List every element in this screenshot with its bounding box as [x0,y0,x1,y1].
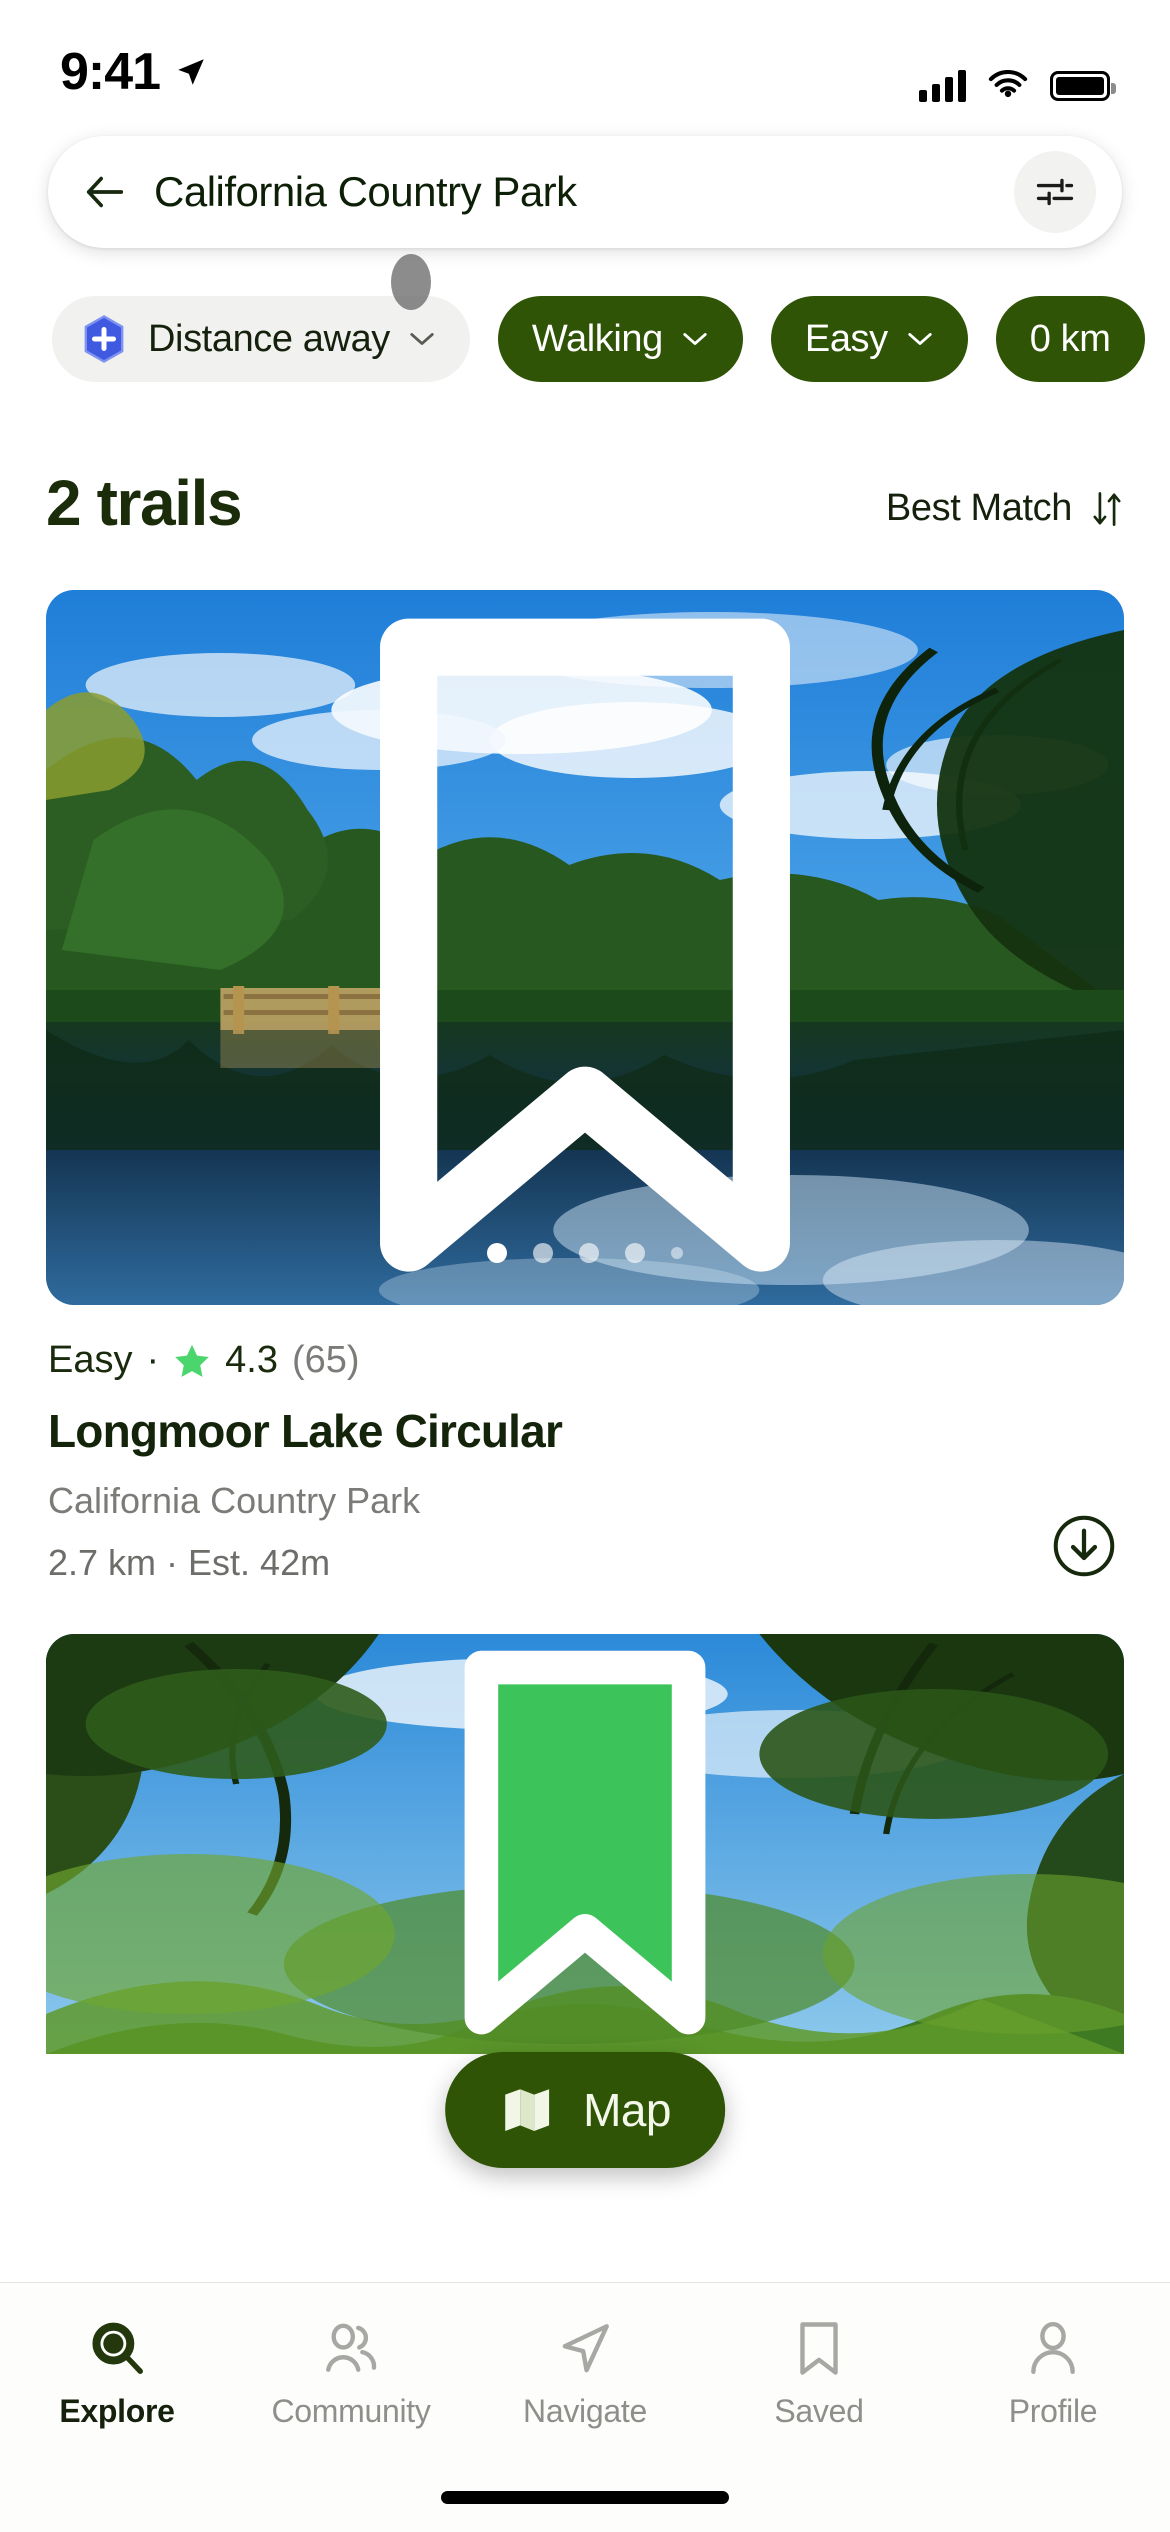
location-arrow-icon [178,59,204,85]
filter-chip-label: Distance away [148,317,390,360]
bookmark-icon [800,2322,838,2375]
filter-chip-label: Easy [804,317,888,360]
search-bar-container: California Country Park [0,120,1170,310]
trail-difficulty: Easy [48,1339,133,1381]
trail-card[interactable]: Easy · 4.3 (65) Longmoor Lake Circular C… [0,590,1170,1584]
filter-chip-row[interactable]: Distance away Walking Easy 0 km [0,248,1170,382]
tab-navigate[interactable]: Navigate [468,2317,702,2430]
tab-explore[interactable]: Explore [0,2317,234,2430]
plus-hexagon-badge-icon [84,315,124,363]
filter-button[interactable] [1014,151,1096,233]
navigate-icon [562,2324,609,2373]
status-time: 9:41 [60,43,161,101]
carousel-dot[interactable] [579,1243,599,1263]
search-input[interactable]: California Country Park [154,168,988,216]
chevron-down-icon [908,333,932,345]
status-bar-left: 9:41 [60,42,208,102]
carousel-dot[interactable] [625,1243,645,1263]
status-bar-right [919,70,1116,102]
results-count: 2 trails [46,467,243,539]
sort-arrows-icon [1093,491,1121,526]
map-button-label: Map [583,2084,671,2136]
home-indicator [441,2491,729,2504]
people-icon [326,2323,377,2372]
trail-photo[interactable] [46,590,1124,1305]
touch-indicator [391,254,431,310]
download-circle-icon[interactable] [1052,1514,1116,1578]
filter-chip-easy[interactable]: Easy [770,296,968,382]
filter-chip-walking[interactable]: Walking [497,296,743,382]
status-bar: 9:41 [0,0,1170,120]
trail-card[interactable] [0,1634,1170,2054]
bookmark-outline-icon[interactable] [46,590,1124,1305]
tab-label: Community [271,2393,431,2429]
search-icon [92,2322,143,2374]
tab-label: Explore [59,2393,175,2429]
map-icon [505,2089,550,2131]
person-icon [1031,2322,1075,2374]
map-button[interactable]: Map [445,2052,725,2168]
tab-saved[interactable]: Saved [702,2317,936,2430]
trail-photo[interactable] [46,1634,1124,2054]
meta-separator: · [146,1339,160,1381]
tab-label: Profile [1008,2393,1098,2429]
bookmark-filled-icon[interactable] [46,1634,1124,2054]
sort-label: Best Match [885,487,1072,529]
photo-carousel-dots[interactable] [487,1243,683,1263]
tab-profile[interactable]: Profile [936,2317,1170,2430]
tab-label: Saved [774,2393,864,2429]
carousel-dot[interactable] [487,1243,507,1263]
carousel-dot[interactable] [533,1243,553,1263]
tab-label: Navigate [523,2393,647,2429]
trail-park: California Country Park [48,1480,421,1521]
search-bar[interactable]: California Country Park [48,136,1122,248]
chevron-down-icon [410,333,434,345]
trail-meta: Easy · 4.3 (65) Longmoor Lake Circular C… [46,1305,1124,1584]
cellular-bars-icon [919,70,966,102]
trail-name[interactable]: Longmoor Lake Circular [48,1404,1122,1458]
battery-full-icon [1050,71,1116,101]
trail-rating-row: Easy · 4.3 (65) [48,1339,1122,1382]
filter-chip-distance[interactable]: 0 km [995,296,1145,382]
trail-review-count: (65) [291,1339,360,1381]
results-header: 2 trails Best Match [0,382,1170,540]
tab-community[interactable]: Community [234,2317,468,2430]
filter-chip-label: 0 km [1029,317,1111,360]
wifi-icon [988,70,1028,98]
chevron-down-icon [683,333,707,345]
trail-stats: 2.7 km · Est. 42m [48,1542,331,1583]
bottom-tab-bar[interactable]: Explore Community Navigate Saved Profile [0,2282,1170,2532]
carousel-dot[interactable] [671,1247,683,1259]
trail-rating: 4.3 [225,1339,278,1381]
sort-control[interactable]: Best Match [886,487,1124,540]
star-icon [175,1344,209,1377]
filter-chip-label: Walking [531,317,663,360]
back-arrow-icon[interactable] [82,169,128,215]
filter-sliders-icon [1036,178,1074,206]
